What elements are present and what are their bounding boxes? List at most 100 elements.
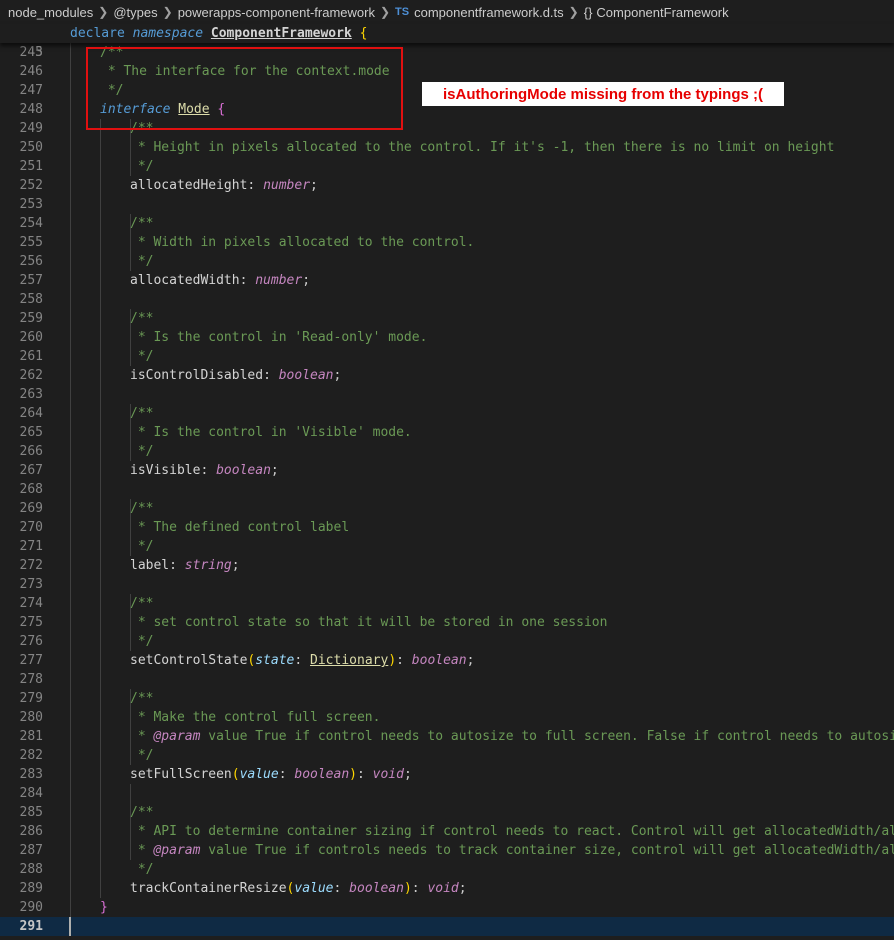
- token-param: value: [239, 767, 279, 782]
- code-line[interactable]: 255 * Width in pixels allocated to the c…: [0, 233, 894, 252]
- line-number: 261: [19, 349, 43, 364]
- code-text: * @param value True if control needs to …: [130, 727, 894, 746]
- code-line[interactable]: 262 isControlDisabled: boolean;: [0, 366, 894, 385]
- code-line[interactable]: 246 * The interface for the context.mode: [0, 62, 894, 81]
- breadcrumb-item-package[interactable]: powerapps-component-framework: [178, 5, 375, 20]
- token-comment: */: [100, 83, 124, 98]
- code-line[interactable]: 265 * Is the control in 'Visible' mode.: [0, 423, 894, 442]
- chevron-right-icon: ❯: [379, 5, 391, 19]
- code-line[interactable]: 272 label: string;: [0, 556, 894, 575]
- code-line[interactable]: 269 /**: [0, 499, 894, 518]
- sticky-scroll-header[interactable]: 3 declare namespace ComponentFramework {: [0, 24, 894, 60]
- breadcrumb-item-node-modules[interactable]: node_modules: [8, 5, 93, 20]
- code-line[interactable]: 278: [0, 670, 894, 689]
- breadcrumb-item-namespace[interactable]: ComponentFramework: [596, 5, 728, 20]
- chevron-right-icon: ❯: [568, 5, 579, 19]
- text-cursor: [69, 917, 71, 936]
- token-type: boolean: [411, 653, 467, 668]
- code-line[interactable]: 254 /**: [0, 214, 894, 233]
- line-number: 284: [19, 786, 43, 801]
- code-line[interactable]: 256 */: [0, 252, 894, 271]
- code-line[interactable]: 266 */: [0, 442, 894, 461]
- line-number: 250: [19, 140, 43, 155]
- token-comment: * set control state so that it will be s…: [130, 615, 608, 630]
- code-line[interactable]: 290}: [0, 898, 894, 917]
- code-line[interactable]: 250 * Height in pixels allocated to the …: [0, 138, 894, 157]
- line-number: 253: [19, 197, 43, 212]
- breadcrumb-item-file[interactable]: componentframework.d.ts: [414, 5, 564, 20]
- code-line[interactable]: 260 * Is the control in 'Read-only' mode…: [0, 328, 894, 347]
- code-text: /**: [130, 803, 153, 822]
- token-punct: ;: [310, 178, 318, 193]
- code-line[interactable]: 279 /**: [0, 689, 894, 708]
- code-text: * Width in pixels allocated to the contr…: [130, 233, 475, 252]
- code-line[interactable]: 283 setFullScreen(value: boolean): void;: [0, 765, 894, 784]
- token-brace: ): [349, 767, 357, 782]
- code-line[interactable]: 264 /**: [0, 404, 894, 423]
- token-comment: */: [130, 539, 154, 554]
- code-line[interactable]: 276 */: [0, 632, 894, 651]
- code-line[interactable]: 291: [0, 917, 894, 936]
- token-punct: :: [357, 767, 373, 782]
- line-number: 279: [19, 691, 43, 706]
- code-line[interactable]: 245/**: [0, 43, 894, 62]
- token-comment: /**: [130, 311, 154, 326]
- code-line[interactable]: 284: [0, 784, 894, 803]
- code-line[interactable]: 263: [0, 385, 894, 404]
- code-line[interactable]: 274 /**: [0, 594, 894, 613]
- code-editor[interactable]: 245/** 246 * The interface for the contex…: [0, 43, 894, 940]
- token-punct: :: [263, 368, 279, 383]
- code-line[interactable]: 275 * set control state so that it will …: [0, 613, 894, 632]
- code-line[interactable]: 277 setControlState(state: Dictionary): b…: [0, 651, 894, 670]
- code-line[interactable]: 287 * @param value True if controls need…: [0, 841, 894, 860]
- code-line[interactable]: 288 */: [0, 860, 894, 879]
- code-line[interactable]: 251 */: [0, 157, 894, 176]
- line-number: 251: [19, 159, 43, 174]
- typescript-file-icon: TS: [395, 6, 410, 18]
- code-text: */: [130, 347, 154, 366]
- code-line[interactable]: 273: [0, 575, 894, 594]
- code-text: * Make the control full screen.: [130, 708, 381, 727]
- token-comment: * Is the control in 'Read-only' mode.: [130, 330, 428, 345]
- line-number: 271: [19, 539, 43, 554]
- code-line[interactable]: 271 */: [0, 537, 894, 556]
- token-punct: ;: [403, 767, 412, 782]
- code-line[interactable]: 259 /**: [0, 309, 894, 328]
- code-text: allocatedWidth: number;: [130, 271, 310, 290]
- code-line[interactable]: 261 */: [0, 347, 894, 366]
- code-line[interactable]: 281 * @param value True if control needs…: [0, 727, 894, 746]
- breadcrumb-item-types[interactable]: @types: [113, 5, 157, 20]
- code-line[interactable]: 253: [0, 195, 894, 214]
- token-brace: (: [231, 767, 240, 782]
- code-text: /**: [130, 119, 153, 138]
- code-line[interactable]: 258: [0, 290, 894, 309]
- token-punct: :: [247, 178, 264, 193]
- code-line[interactable]: 267 isVisible: boolean;: [0, 461, 894, 480]
- token-comment: */: [130, 862, 154, 877]
- code-text: */: [130, 157, 154, 176]
- code-text: */: [130, 252, 154, 271]
- token-comment: /**: [100, 45, 124, 60]
- line-number: 275: [19, 615, 43, 630]
- code-line[interactable]: 270 * The defined control label: [0, 518, 894, 537]
- token-comment: *: [130, 843, 154, 858]
- line-number: 254: [19, 216, 43, 231]
- code-line[interactable]: 289 trackContainerResize(value: boolean):…: [0, 879, 894, 898]
- code-line[interactable]: 285 /**: [0, 803, 894, 822]
- token-comment: */: [130, 349, 154, 364]
- line-number: 248: [19, 102, 43, 117]
- token-comment: * The defined control label: [130, 520, 350, 535]
- code-text: setControlState(state: Dictionary): bool…: [130, 651, 474, 670]
- token-comment: /**: [130, 805, 154, 820]
- code-line[interactable]: 252 allocatedHeight: number;: [0, 176, 894, 195]
- code-line[interactable]: 286 * API to determine container sizing …: [0, 822, 894, 841]
- token-type: number: [263, 178, 311, 193]
- token-type: void: [372, 767, 404, 782]
- code-line[interactable]: 257 allocatedWidth: number;: [0, 271, 894, 290]
- line-number: 273: [19, 577, 43, 592]
- code-line[interactable]: 268: [0, 480, 894, 499]
- line-number: 282: [19, 748, 43, 763]
- code-line[interactable]: 249 /**: [0, 119, 894, 138]
- code-line[interactable]: 282 */: [0, 746, 894, 765]
- code-line[interactable]: 280 * Make the control full screen.: [0, 708, 894, 727]
